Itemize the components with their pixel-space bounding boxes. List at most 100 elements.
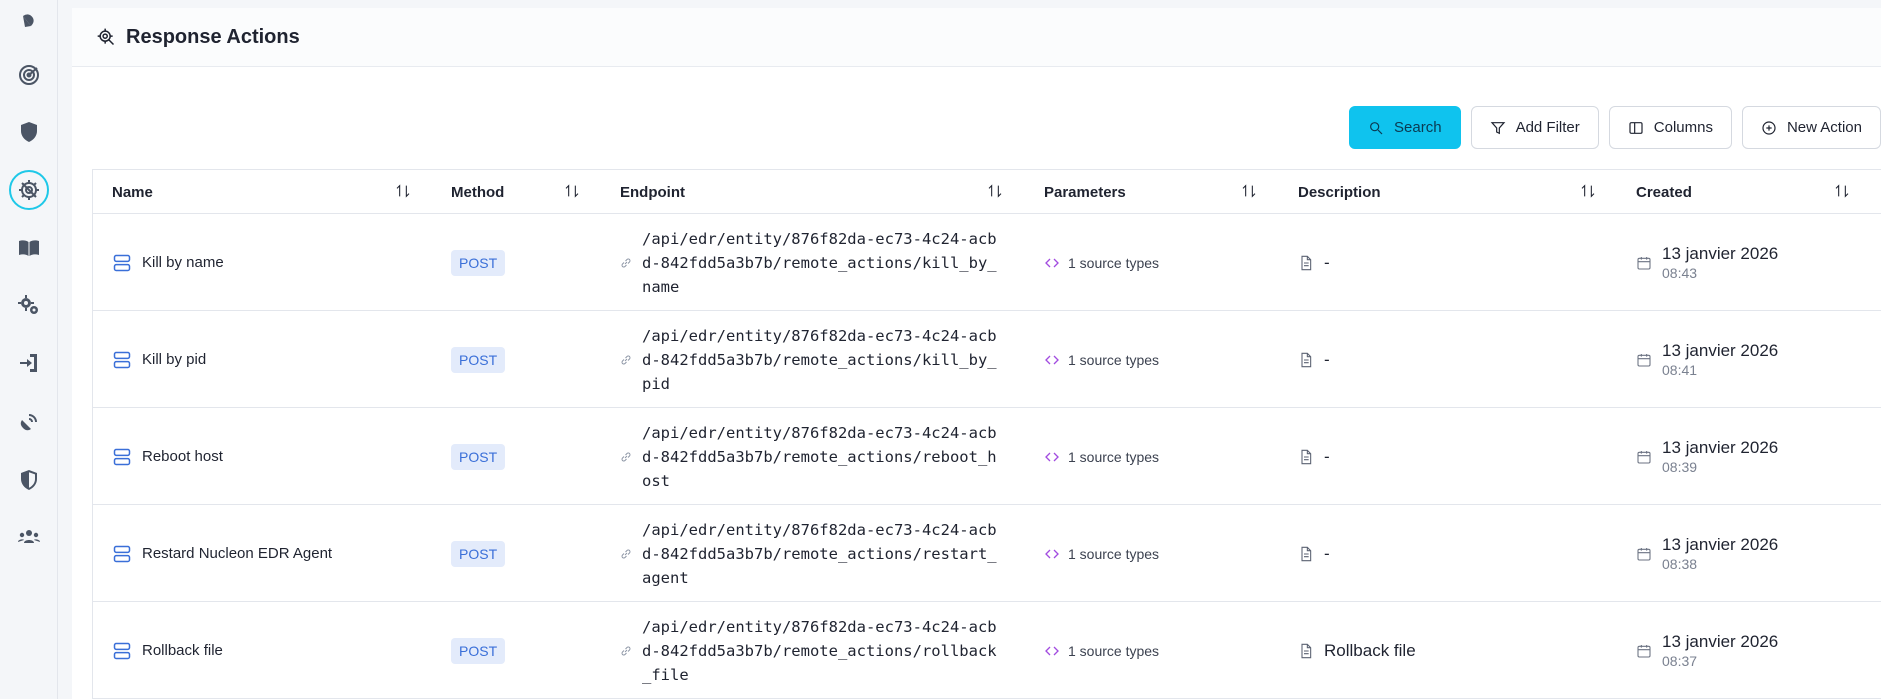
code-icon bbox=[1044, 352, 1060, 368]
link-icon bbox=[620, 548, 632, 560]
shield-icon[interactable] bbox=[9, 112, 49, 152]
add-filter-button[interactable]: Add Filter bbox=[1470, 106, 1599, 149]
method-cell: POST bbox=[451, 214, 506, 311]
column-header-endpoint: Endpoint bbox=[620, 183, 685, 201]
created-cell: 13 janvier 2026 08:38 bbox=[1636, 505, 1778, 602]
sort-icon[interactable] bbox=[1241, 183, 1257, 199]
method-badge: POST bbox=[451, 540, 506, 567]
table-row[interactable]: Restard Nucleon EDR Agent POST /api/edr/… bbox=[93, 505, 1881, 602]
satellite-dish-icon[interactable] bbox=[9, 0, 49, 40]
shield-gear-icon[interactable] bbox=[9, 170, 49, 210]
parameters-text: 1 source types bbox=[1068, 545, 1160, 562]
add-filter-button-label: Add Filter bbox=[1515, 119, 1580, 136]
server-icon bbox=[112, 350, 132, 370]
parameters-cell: 1 source types bbox=[1044, 214, 1159, 311]
created-date-main: 13 janvier 2026 bbox=[1662, 244, 1779, 263]
description-text: - bbox=[1324, 543, 1330, 563]
method-cell: POST bbox=[451, 505, 506, 602]
sort-icon[interactable] bbox=[1580, 183, 1596, 199]
users-gear-icon[interactable] bbox=[9, 517, 49, 557]
created-cell: 13 janvier 2026 08:41 bbox=[1636, 311, 1778, 408]
document-icon bbox=[1298, 546, 1314, 562]
action-name[interactable]: Rollback file bbox=[142, 642, 223, 659]
calendar-icon bbox=[1636, 449, 1652, 465]
created-date-main: 13 janvier 2026 bbox=[1662, 438, 1779, 457]
action-name[interactable]: Kill by pid bbox=[142, 351, 206, 368]
server-icon bbox=[112, 544, 132, 564]
endpoint-text: /api/edr/entity/876f82da-ec73-4c24-acbd-… bbox=[642, 520, 997, 587]
endpoint-cell: /api/edr/entity/876f82da-ec73-4c24-acbd-… bbox=[620, 311, 1002, 408]
name-cell: Reboot host bbox=[112, 408, 223, 505]
description-cell: - bbox=[1298, 408, 1330, 505]
created-date-main: 13 janvier 2026 bbox=[1662, 341, 1779, 360]
sort-icon[interactable] bbox=[987, 183, 1003, 199]
sort-icon[interactable] bbox=[564, 183, 580, 199]
columns-button-label: Columns bbox=[1653, 119, 1713, 136]
parameters-text: 1 source types bbox=[1068, 351, 1160, 368]
document-icon bbox=[1298, 449, 1314, 465]
description-text: Rollback file bbox=[1324, 640, 1416, 660]
created-date-main: 13 janvier 2026 bbox=[1662, 632, 1779, 651]
half-shield-icon[interactable] bbox=[9, 460, 49, 500]
action-name[interactable]: Reboot host bbox=[142, 448, 223, 465]
response-actions-table: Name Method Endpoint Parameters Descript… bbox=[92, 169, 1881, 699]
method-cell: POST bbox=[451, 408, 506, 505]
calendar-icon bbox=[1636, 255, 1652, 271]
calendar-icon bbox=[1636, 352, 1652, 368]
method-cell: POST bbox=[451, 311, 506, 408]
description-cell: - bbox=[1298, 311, 1330, 408]
description-cell: - bbox=[1298, 214, 1330, 311]
parameters-text: 1 source types bbox=[1068, 254, 1160, 271]
gears-icon[interactable] bbox=[9, 285, 49, 325]
parameters-text: 1 source types bbox=[1068, 448, 1160, 465]
column-header-created: Created bbox=[1636, 183, 1692, 201]
endpoint-text: /api/edr/entity/876f82da-ec73-4c24-acbd-… bbox=[642, 229, 997, 296]
description-text: - bbox=[1324, 349, 1330, 369]
method-cell: POST bbox=[451, 602, 506, 699]
search-button[interactable]: Search bbox=[1349, 106, 1461, 149]
code-icon bbox=[1044, 546, 1060, 562]
sort-icon[interactable] bbox=[395, 183, 411, 199]
created-cell: 13 janvier 2026 08:39 bbox=[1636, 408, 1778, 505]
columns-button[interactable]: Columns bbox=[1608, 106, 1732, 149]
created-time: 08:37 bbox=[1662, 653, 1698, 669]
search-button-label: Search bbox=[1394, 119, 1442, 136]
satellite-icon[interactable] bbox=[9, 402, 49, 442]
endpoint-cell: /api/edr/entity/876f82da-ec73-4c24-acbd-… bbox=[620, 408, 1002, 505]
endpoint-cell: /api/edr/entity/876f82da-ec73-4c24-acbd-… bbox=[620, 602, 1002, 699]
server-icon bbox=[112, 641, 132, 661]
plus-circle-icon bbox=[1762, 120, 1776, 135]
calendar-icon bbox=[1636, 643, 1652, 659]
created-cell: 13 janvier 2026 08:37 bbox=[1636, 602, 1778, 699]
method-badge: POST bbox=[451, 249, 506, 276]
new-action-button[interactable]: New Action bbox=[1741, 106, 1881, 149]
table-row[interactable]: Kill by name POST /api/edr/entity/876f82… bbox=[93, 214, 1881, 311]
document-icon bbox=[1298, 255, 1314, 271]
code-icon bbox=[1044, 255, 1060, 271]
name-cell: Rollback file bbox=[112, 602, 223, 699]
table-row[interactable]: Kill by pid POST /api/edr/entity/876f82d… bbox=[93, 311, 1881, 408]
parameters-cell: 1 source types bbox=[1044, 408, 1159, 505]
column-header-description: Description bbox=[1298, 183, 1381, 201]
calendar-icon bbox=[1636, 546, 1652, 562]
method-badge: POST bbox=[451, 637, 506, 664]
name-cell: Kill by name bbox=[112, 214, 224, 311]
page-title: Response Actions bbox=[126, 25, 300, 48]
action-name[interactable]: Kill by name bbox=[142, 254, 224, 271]
book-icon[interactable] bbox=[9, 228, 49, 268]
link-icon bbox=[620, 451, 632, 463]
table-row[interactable]: Reboot host POST /api/edr/entity/876f82d… bbox=[93, 408, 1881, 505]
sort-icon[interactable] bbox=[1834, 183, 1850, 199]
parameters-text: 1 source types bbox=[1068, 642, 1160, 659]
endpoint-cell: /api/edr/entity/876f82da-ec73-4c24-acbd-… bbox=[620, 214, 1002, 311]
radar-icon[interactable] bbox=[9, 55, 49, 95]
parameters-cell: 1 source types bbox=[1044, 602, 1159, 699]
sign-in-icon[interactable] bbox=[9, 343, 49, 383]
main-panel: Response Actions Search Add Filter Colum… bbox=[72, 8, 1881, 699]
action-name[interactable]: Restard Nucleon EDR Agent bbox=[142, 545, 332, 562]
name-cell: Kill by pid bbox=[112, 311, 206, 408]
created-time: 08:43 bbox=[1662, 265, 1698, 281]
created-date: 13 janvier 2026 08:41 bbox=[1662, 341, 1778, 378]
parameters-cell: 1 source types bbox=[1044, 311, 1159, 408]
table-row[interactable]: Rollback file POST /api/edr/entity/876f8… bbox=[93, 602, 1881, 699]
